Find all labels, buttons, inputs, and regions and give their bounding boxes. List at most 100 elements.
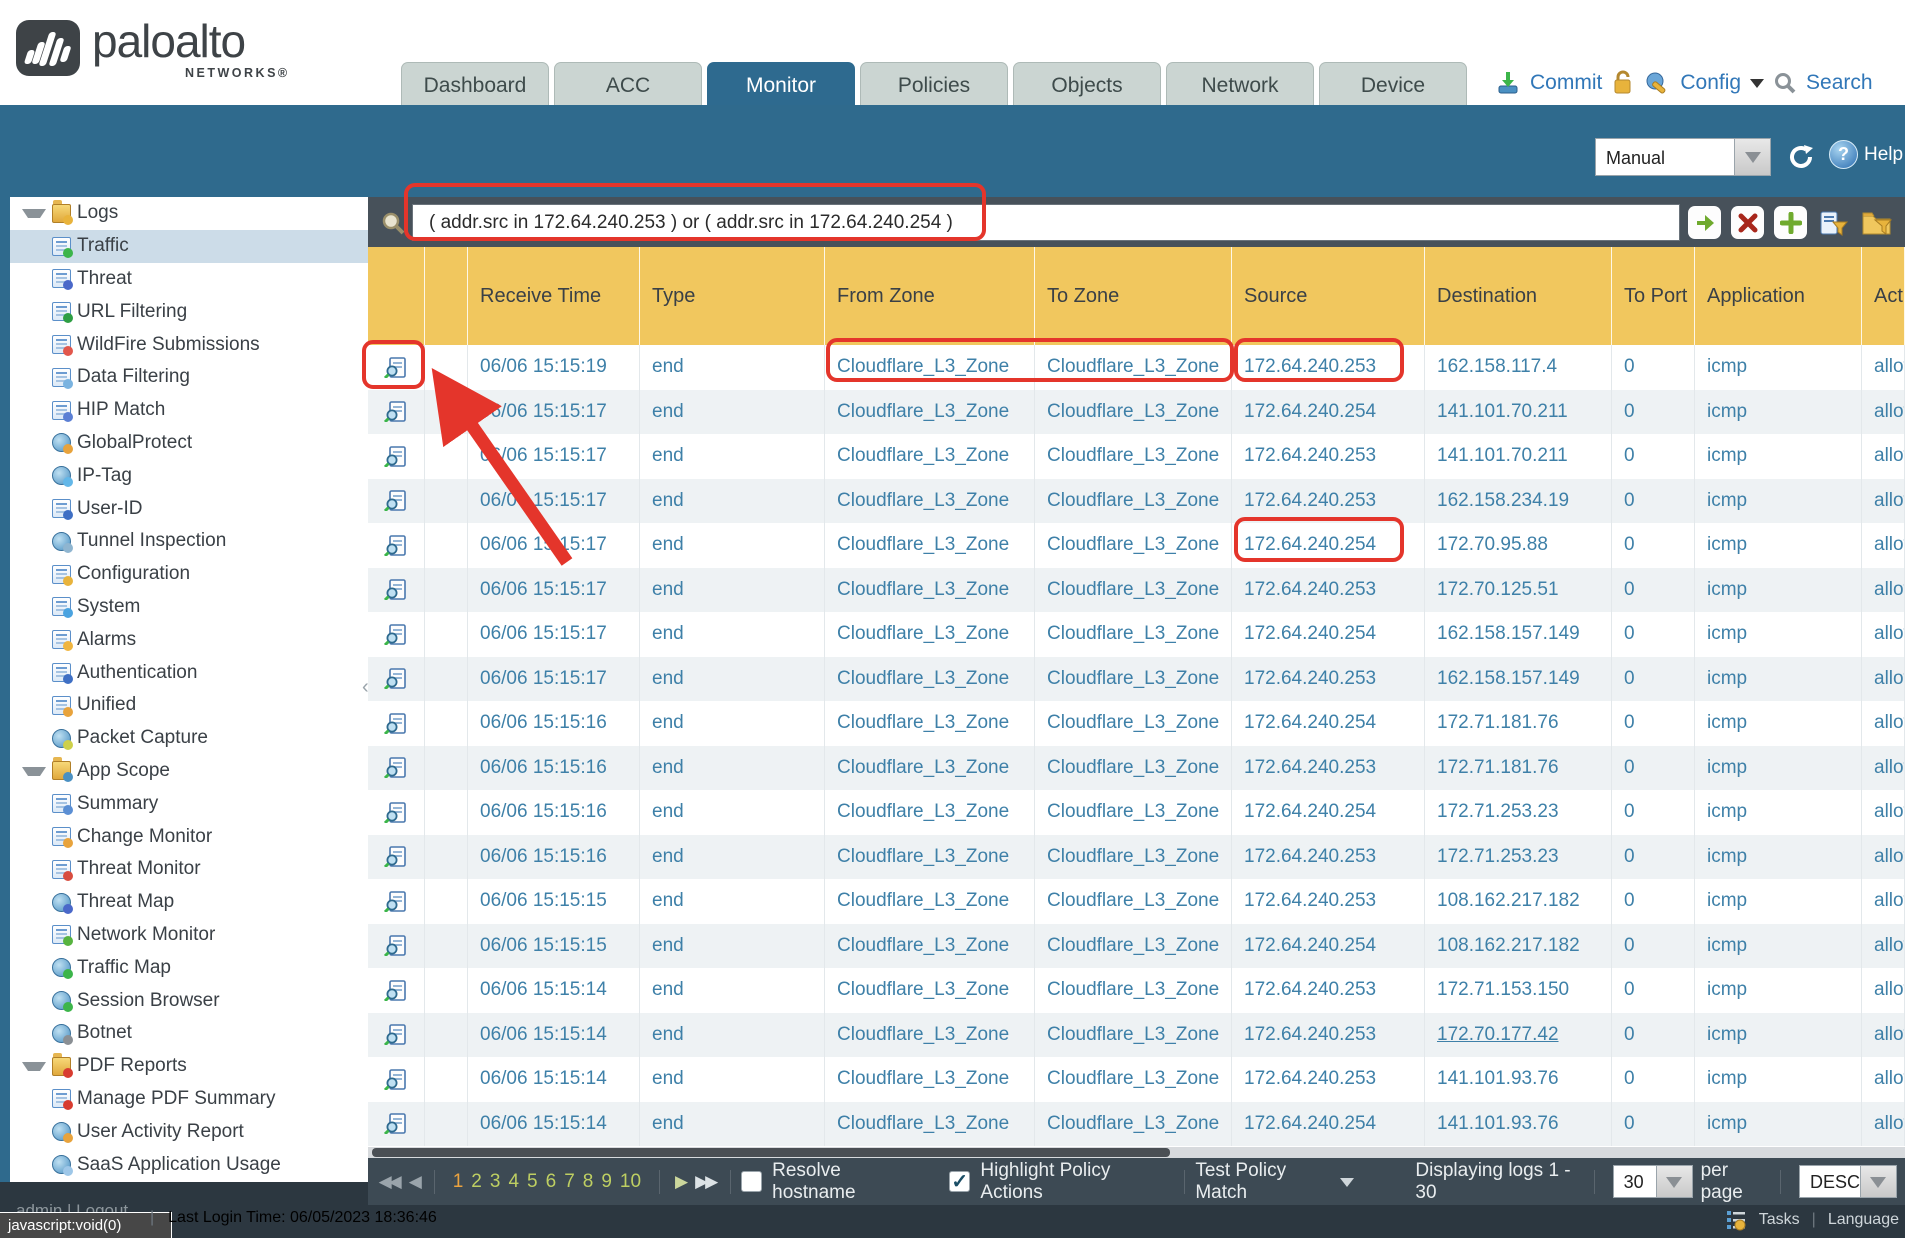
type-cell[interactable]: end xyxy=(640,568,825,613)
to-port-cell[interactable]: 0 xyxy=(1612,1013,1695,1058)
type-cell[interactable]: end xyxy=(640,657,825,702)
sidebar-item[interactable]: User-ID xyxy=(10,492,368,525)
to-port-cell[interactable]: 0 xyxy=(1612,1057,1695,1102)
expand-triangle-icon[interactable] xyxy=(22,1062,46,1077)
to-port-cell[interactable]: 0 xyxy=(1612,657,1695,702)
column-header[interactable] xyxy=(425,247,468,345)
source-cell[interactable]: 172.64.240.253 xyxy=(1232,968,1425,1013)
sidebar-item[interactable]: Threat xyxy=(10,263,368,296)
table-row[interactable]: 06/06 15:15:16 end Cloudflare_L3_Zone Cl… xyxy=(368,701,1905,746)
destination-cell[interactable]: 141.101.93.76 xyxy=(1425,1057,1612,1102)
page-number[interactable]: 6 xyxy=(546,1171,557,1193)
destination-cell[interactable]: 172.70.95.88 xyxy=(1425,523,1612,568)
to-port-cell[interactable]: 0 xyxy=(1612,434,1695,479)
application-cell[interactable]: icmp xyxy=(1695,523,1862,568)
source-cell[interactable]: 172.64.240.253 xyxy=(1232,879,1425,924)
log-detail-magnifier-icon[interactable] xyxy=(384,668,408,689)
table-row[interactable]: 06/06 15:15:17 end Cloudflare_L3_Zone Cl… xyxy=(368,390,1905,435)
source-cell[interactable]: 172.64.240.253 xyxy=(1232,434,1425,479)
destination-cell[interactable]: 162.158.234.19 xyxy=(1425,479,1612,524)
table-row[interactable]: 06/06 15:15:17 end Cloudflare_L3_Zone Cl… xyxy=(368,434,1905,479)
help-link[interactable]: ? Help xyxy=(1829,140,1903,169)
destination-cell[interactable]: 162.158.157.149 xyxy=(1425,612,1612,657)
action-cell[interactable]: allow xyxy=(1862,746,1905,791)
config-caret-icon[interactable] xyxy=(1750,79,1764,95)
log-detail-magnifier-icon[interactable] xyxy=(384,757,408,778)
from-zone-cell[interactable]: Cloudflare_L3_Zone xyxy=(825,835,1035,880)
to-zone-cell[interactable]: Cloudflare_L3_Zone xyxy=(1035,746,1232,791)
column-header[interactable]: Type xyxy=(640,247,825,345)
type-cell[interactable]: end xyxy=(640,434,825,479)
application-cell[interactable]: icmp xyxy=(1695,612,1862,657)
nav-tab[interactable]: Network xyxy=(1166,62,1314,105)
destination-cell[interactable]: 172.70.177.42 xyxy=(1425,1013,1612,1058)
sidebar-item[interactable]: Traffic Map xyxy=(10,951,368,984)
log-detail-cell[interactable] xyxy=(368,1057,425,1102)
sidebar-item[interactable]: Data Filtering xyxy=(10,361,368,394)
log-detail-cell[interactable] xyxy=(368,345,425,390)
log-detail-cell[interactable] xyxy=(368,790,425,835)
to-port-cell[interactable]: 0 xyxy=(1612,390,1695,435)
test-policy-caret-icon[interactable] xyxy=(1340,1178,1354,1194)
sidebar-item[interactable]: System xyxy=(10,591,368,624)
page-number[interactable]: 5 xyxy=(527,1171,538,1193)
page-number[interactable]: 1 xyxy=(453,1171,464,1193)
application-cell[interactable]: icmp xyxy=(1695,835,1862,880)
application-cell[interactable]: icmp xyxy=(1695,701,1862,746)
sidebar-item[interactable]: Configuration xyxy=(10,558,368,591)
from-zone-cell[interactable]: Cloudflare_L3_Zone xyxy=(825,434,1035,479)
sidebar-item[interactable]: Unified xyxy=(10,689,368,722)
application-cell[interactable]: icmp xyxy=(1695,479,1862,524)
application-cell[interactable]: icmp xyxy=(1695,746,1862,791)
prev-page-icon[interactable]: ◀ xyxy=(409,1172,419,1192)
to-zone-cell[interactable]: Cloudflare_L3_Zone xyxy=(1035,1013,1232,1058)
to-zone-cell[interactable]: Cloudflare_L3_Zone xyxy=(1035,390,1232,435)
lock-icon[interactable] xyxy=(1611,70,1635,96)
table-row[interactable]: 06/06 15:15:17 end Cloudflare_L3_Zone Cl… xyxy=(368,479,1905,524)
log-detail-cell[interactable] xyxy=(368,879,425,924)
sidebar-item[interactable]: Summary xyxy=(10,787,368,820)
type-cell[interactable]: end xyxy=(640,924,825,969)
application-cell[interactable]: icmp xyxy=(1695,1057,1862,1102)
action-cell[interactable]: allow xyxy=(1862,523,1905,568)
to-zone-cell[interactable]: Cloudflare_L3_Zone xyxy=(1035,835,1232,880)
sidebar-item[interactable]: PDF Reports xyxy=(10,1050,368,1083)
sort-order-select[interactable]: DESC xyxy=(1799,1165,1897,1198)
from-zone-cell[interactable]: Cloudflare_L3_Zone xyxy=(825,701,1035,746)
log-detail-magnifier-icon[interactable] xyxy=(384,1113,408,1134)
action-cell[interactable]: allow xyxy=(1862,701,1905,746)
action-cell[interactable]: allow xyxy=(1862,835,1905,880)
from-zone-cell[interactable]: Cloudflare_L3_Zone xyxy=(825,479,1035,524)
column-header[interactable]: From Zone xyxy=(825,247,1035,345)
sidebar-item[interactable]: HIP Match xyxy=(10,394,368,427)
action-cell[interactable]: allow xyxy=(1862,612,1905,657)
sidebar-item[interactable]: Botnet xyxy=(10,1017,368,1050)
table-row[interactable]: 06/06 15:15:14 end Cloudflare_L3_Zone Cl… xyxy=(368,1102,1905,1147)
first-page-icon[interactable]: ◀◀ xyxy=(379,1172,399,1192)
type-cell[interactable]: end xyxy=(640,1013,825,1058)
sidebar-item[interactable]: Traffic xyxy=(10,230,368,263)
refresh-icon[interactable] xyxy=(1786,142,1816,172)
page-number[interactable]: 2 xyxy=(471,1171,482,1193)
source-cell[interactable]: 172.64.240.253 xyxy=(1232,479,1425,524)
page-number[interactable]: 4 xyxy=(508,1171,519,1193)
log-detail-magnifier-icon[interactable] xyxy=(384,401,408,422)
page-number[interactable]: 9 xyxy=(601,1171,612,1193)
action-cell[interactable]: allow xyxy=(1862,790,1905,835)
column-header[interactable]: Receive Time xyxy=(468,247,640,345)
type-cell[interactable]: end xyxy=(640,479,825,524)
from-zone-cell[interactable]: Cloudflare_L3_Zone xyxy=(825,523,1035,568)
column-header[interactable]: To Zone xyxy=(1035,247,1232,345)
type-cell[interactable]: end xyxy=(640,701,825,746)
sidebar-item[interactable]: Alarms xyxy=(10,623,368,656)
destination-cell[interactable]: 172.71.181.76 xyxy=(1425,746,1612,791)
to-port-cell[interactable]: 0 xyxy=(1612,746,1695,791)
action-cell[interactable]: allow xyxy=(1862,479,1905,524)
table-row[interactable]: 06/06 15:15:16 end Cloudflare_L3_Zone Cl… xyxy=(368,746,1905,791)
application-cell[interactable]: icmp xyxy=(1695,390,1862,435)
log-detail-magnifier-icon[interactable] xyxy=(384,802,408,823)
action-cell[interactable]: allow xyxy=(1862,390,1905,435)
log-detail-cell[interactable] xyxy=(368,746,425,791)
table-row[interactable]: 06/06 15:15:14 end Cloudflare_L3_Zone Cl… xyxy=(368,1013,1905,1058)
to-port-cell[interactable]: 0 xyxy=(1612,924,1695,969)
